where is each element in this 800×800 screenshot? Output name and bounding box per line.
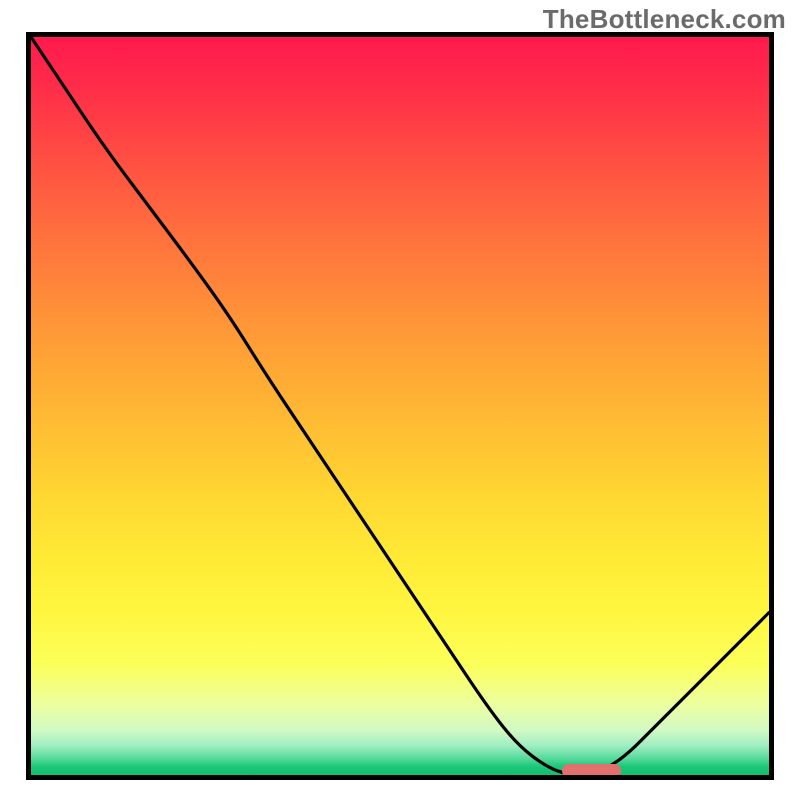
optimal-range-marker [562, 764, 621, 778]
chart-plot-area [31, 37, 769, 775]
chart-frame [26, 32, 774, 780]
watermark-text: TheBottleneck.com [543, 4, 786, 35]
chart-stage: TheBottleneck.com [0, 0, 800, 800]
bottleneck-curve [31, 37, 769, 775]
